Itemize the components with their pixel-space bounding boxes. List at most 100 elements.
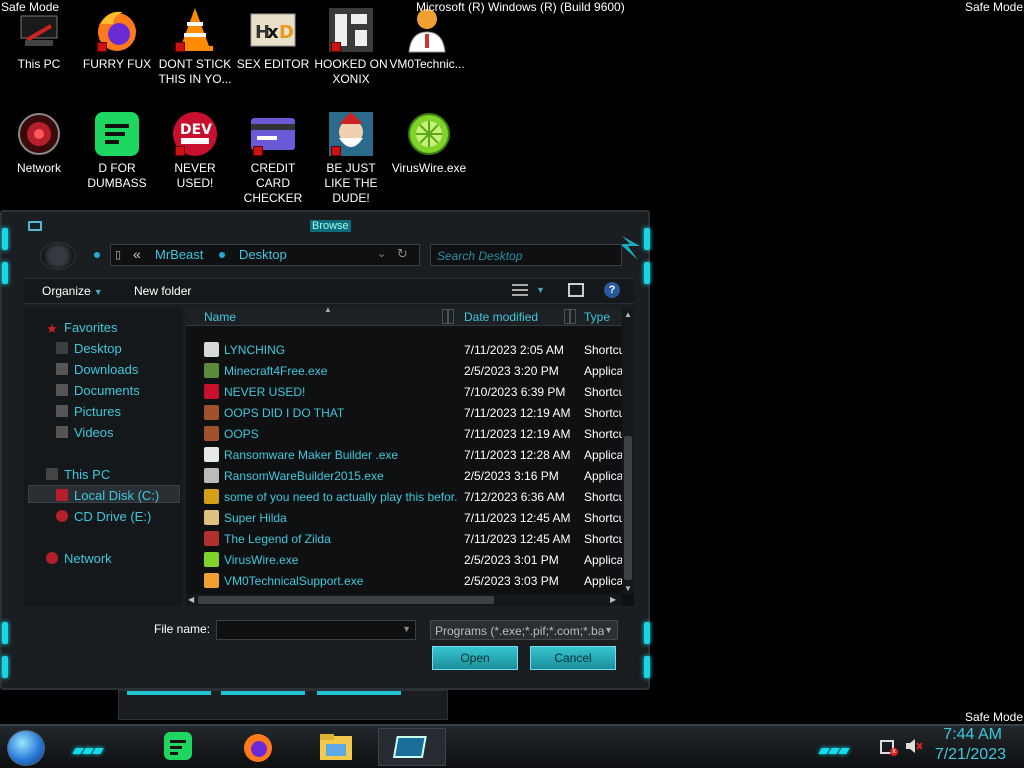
nav-pictures[interactable]: Pictures — [56, 404, 121, 419]
taskbar-app-spotify[interactable] — [160, 730, 196, 764]
scrollbar-thumb[interactable] — [198, 596, 494, 604]
clock-date[interactable]: 7/21/2023 — [935, 746, 1006, 764]
column-resizer[interactable] — [448, 309, 454, 324]
file-date: 2/5/2023 3:16 PM — [464, 469, 559, 483]
file-row[interactable]: some of you need to actually play this b… — [186, 486, 622, 507]
organize-button[interactable]: Organize ▼ — [42, 284, 103, 298]
list-header: ▲ Name Date modified Type — [186, 305, 622, 326]
column-header-name[interactable]: Name — [204, 310, 236, 324]
scroll-up-icon[interactable]: ▲ — [624, 310, 632, 319]
file-row[interactable]: LYNCHING 7/11/2023 2:05 AM Shortcut — [186, 339, 622, 360]
taskbar-app-file-explorer[interactable] — [318, 730, 354, 764]
volume-muted-icon[interactable] — [906, 739, 922, 753]
desktop-icon-dont-stick[interactable]: DONT STICK THIS IN YO... — [156, 6, 234, 87]
downloads-icon — [56, 363, 68, 375]
file-row[interactable]: Minecraft4Free.exe 2/5/2023 3:20 PM Applic… — [186, 360, 622, 381]
address-overflow[interactable]: « — [133, 246, 141, 262]
desktop-icon-this-pc[interactable]: This PC — [0, 6, 78, 72]
firefox-icon — [93, 6, 141, 54]
file-row[interactable]: NEVER USED! 7/10/2023 6:39 PM Shortcut — [186, 381, 622, 402]
cancel-button[interactable]: Cancel — [530, 646, 616, 670]
file-row[interactable]: Super Hilda 7/11/2023 12:45 AM Shortcut — [186, 507, 622, 528]
breadcrumb-separator[interactable] — [219, 252, 225, 258]
horizontal-scrollbar[interactable]: ◀ ▶ — [186, 594, 622, 606]
nav-desktop[interactable]: Desktop — [56, 341, 122, 356]
open-button[interactable]: Open — [432, 646, 518, 670]
desktop-icon-furry-fux[interactable]: FURRY FUX — [78, 6, 156, 72]
chevron-down-icon[interactable]: ⌄ — [377, 247, 386, 260]
preview-pane-icon[interactable] — [568, 283, 584, 297]
recent-locations-dot[interactable] — [94, 252, 100, 258]
help-icon[interactable]: ? — [604, 282, 620, 298]
refresh-icon[interactable]: ↻ — [397, 246, 408, 262]
file-icon — [204, 489, 219, 504]
nav-cd-drive[interactable]: CD Drive (E:) — [56, 509, 151, 524]
chevron-down-icon[interactable]: ▼ — [402, 624, 411, 634]
scroll-left-icon[interactable]: ◀ — [188, 595, 194, 604]
file-name-input[interactable]: ▼ — [216, 620, 416, 640]
nav-videos[interactable]: Videos — [56, 425, 114, 440]
chevron-down-icon[interactable]: ▼ — [536, 285, 545, 295]
nav-back-forward-button[interactable] — [40, 242, 76, 270]
nav-network[interactable]: Network — [46, 551, 112, 566]
scrollbar-thumb[interactable] — [624, 436, 632, 580]
search-input[interactable]: Search Desktop — [430, 244, 622, 266]
desktop-icon-be-just-like-the-dude[interactable]: BE JUST LIKE THE DUDE! — [312, 110, 390, 206]
file-type: Application — [584, 574, 622, 588]
nav-downloads[interactable]: Downloads — [56, 362, 138, 377]
desktop-icon-d-for-dumbass[interactable]: D FOR DUMBASS — [78, 110, 156, 191]
column-resizer[interactable] — [570, 309, 576, 324]
file-type-filter[interactable]: Programs (*.exe;*.pif;*.com;*.ba ▼ — [430, 620, 618, 640]
frame-led — [644, 228, 650, 250]
start-button[interactable] — [7, 730, 45, 766]
desktop-icon-vm0technic[interactable]: VM0Technic... — [388, 6, 466, 72]
clock-time[interactable]: 7:44 AM — [943, 726, 1002, 744]
file-row[interactable]: OOPS 7/11/2023 12:19 AM Shortcut — [186, 423, 622, 444]
file-name: RansomWareBuilder2015.exe — [224, 469, 384, 483]
file-row[interactable]: RansomWareBuilder2015.exe 2/5/2023 3:16 P… — [186, 465, 622, 486]
breadcrumb-desktop[interactable]: Desktop — [239, 247, 287, 262]
desktop-icon-sex-editor[interactable]: HxD SEX EDITOR — [234, 6, 312, 72]
file-name: LYNCHING — [224, 343, 286, 357]
scroll-down-icon[interactable]: ▼ — [624, 584, 632, 593]
nav-documents[interactable]: Documents — [56, 383, 140, 398]
file-row[interactable]: VirusWire.exe 2/5/2023 3:01 PM Application — [186, 549, 622, 570]
file-type: Shortcut — [584, 427, 622, 441]
chevron-down-icon[interactable]: ▼ — [604, 625, 613, 635]
file-name: OOPS DID I DO THAT — [224, 406, 345, 420]
desktop-icon-network[interactable]: Network — [0, 110, 78, 176]
vertical-scrollbar[interactable]: ▲ ▼ — [622, 308, 634, 594]
new-folder-button[interactable]: New folder — [134, 284, 191, 298]
file-date: 2/5/2023 3:01 PM — [464, 553, 559, 567]
nav-favorites[interactable]: ★ Favorites — [46, 320, 117, 336]
file-row[interactable]: VM0TechnicalSupport.exe 2/5/2023 3:03 PM A… — [186, 570, 622, 591]
column-header-date[interactable]: Date modified — [464, 310, 538, 324]
scroll-right-icon[interactable]: ▶ — [610, 595, 616, 604]
desktop-icon-viruswire[interactable]: VirusWire.exe — [390, 110, 468, 176]
window-icon — [28, 221, 42, 231]
safe-mode-label: Safe Mode — [964, 0, 1023, 14]
file-row[interactable]: Ransomware Maker Builder .exe 7/11/2023 1… — [186, 444, 622, 465]
taskbar-app-firefox[interactable] — [240, 730, 276, 764]
column-header-type[interactable]: Type — [584, 310, 610, 324]
file-row[interactable]: OOPS DID I DO THAT 7/11/2023 12:19 AM Shor… — [186, 402, 622, 423]
breadcrumb-mrbeast[interactable]: MrBeast — [155, 247, 203, 262]
desktop-icon-label: HOOKED ON XONIX — [314, 57, 388, 86]
nav-label: Videos — [74, 425, 114, 440]
file-name: The Legend of Zilda — [224, 532, 331, 546]
nav-label: Pictures — [74, 404, 121, 419]
nav-this-pc[interactable]: This PC — [46, 467, 110, 482]
file-list: ▲ Name Date modified Type LYNCHING 7/11/2… — [186, 305, 634, 606]
view-options-icon[interactable] — [512, 284, 528, 296]
file-type: Shortcut — [584, 511, 622, 525]
frame-led — [2, 622, 8, 644]
desktop-icon-hooked-on-xonix[interactable]: HOOKED ON XONIX — [312, 6, 390, 87]
file-row[interactable]: The Legend of Zilda 7/11/2023 12:45 AM Sho… — [186, 528, 622, 549]
spotify-icon — [93, 110, 141, 158]
drive-icon — [56, 489, 68, 501]
address-bar[interactable]: ▯ « MrBeast Desktop ⌄ ↻ — [110, 244, 420, 266]
desktop-icon-credit-card-checker[interactable]: CREDIT CARD CHECKER — [234, 110, 312, 206]
taskbar-app-browse-active[interactable] — [378, 728, 446, 766]
nav-local-disk[interactable]: Local Disk (C:) — [56, 488, 159, 503]
desktop-icon-never-used[interactable]: DEV NEVER USED! — [156, 110, 234, 191]
